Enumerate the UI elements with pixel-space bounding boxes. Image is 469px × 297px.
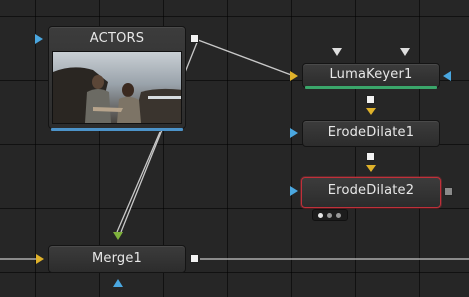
node-erodedilate1[interactable]: ErodeDilate1 bbox=[302, 120, 440, 147]
node-erodedilate2[interactable]: ErodeDilate2 bbox=[301, 177, 441, 208]
wire-actors-to-lumakeyer[interactable] bbox=[197, 39, 295, 77]
actors-mask-input-icon[interactable] bbox=[35, 34, 43, 44]
lumakeyer-main-input-icon[interactable] bbox=[290, 71, 298, 81]
erode1-output-icon[interactable] bbox=[366, 152, 375, 161]
actors-output-icon[interactable] bbox=[190, 34, 199, 43]
erode2-mask-input-icon[interactable] bbox=[290, 186, 298, 196]
node-lumakeyer1[interactable]: LumaKeyer1 bbox=[302, 63, 440, 89]
node-erodedilate1-label: ErodeDilate1 bbox=[327, 125, 415, 140]
node-erodedilate2-label: ErodeDilate2 bbox=[327, 183, 415, 198]
dot-icon bbox=[336, 213, 341, 218]
node-merge1-label: Merge1 bbox=[91, 251, 143, 266]
dot-icon bbox=[327, 213, 332, 218]
erode2-main-input-icon[interactable] bbox=[366, 165, 376, 172]
node-merge1[interactable]: Merge1 bbox=[48, 245, 186, 273]
erode1-main-input-icon[interactable] bbox=[366, 108, 376, 115]
node-actors-label: ACTORS bbox=[89, 31, 145, 46]
actors-thumbnail-image bbox=[52, 51, 182, 124]
merge-mask-input-icon[interactable] bbox=[113, 279, 123, 287]
lumakeyer-output-icon[interactable] bbox=[366, 95, 375, 104]
thumbnail-picture bbox=[53, 52, 181, 123]
node-actors[interactable]: ACTORS bbox=[48, 26, 186, 131]
merge-output-icon[interactable] bbox=[190, 254, 199, 263]
actors-bar bbox=[51, 128, 183, 131]
lumakeyer-mask-input-icon[interactable] bbox=[443, 71, 451, 81]
erode1-mask-input-icon[interactable] bbox=[290, 128, 298, 138]
lumakeyer-bar bbox=[305, 86, 437, 89]
node-lumakeyer1-label: LumaKeyer1 bbox=[329, 67, 413, 82]
lumakeyer-garbage-mask-input-icon[interactable] bbox=[400, 48, 410, 56]
erode2-output-icon[interactable] bbox=[444, 187, 453, 196]
merge-foreground-input-icon[interactable] bbox=[36, 254, 44, 264]
node-settings-dots[interactable] bbox=[312, 209, 348, 221]
lumakeyer-effect-mask-input-icon[interactable] bbox=[332, 48, 342, 56]
flow-canvas[interactable]: ACTORS LumaKeyer1 ErodeDilate1 ErodeDila… bbox=[0, 0, 469, 297]
dot-icon bbox=[318, 213, 323, 218]
merge-background-input-icon[interactable] bbox=[113, 232, 123, 240]
wire-actors-bottom-to-merge[interactable] bbox=[116, 131, 161, 233]
